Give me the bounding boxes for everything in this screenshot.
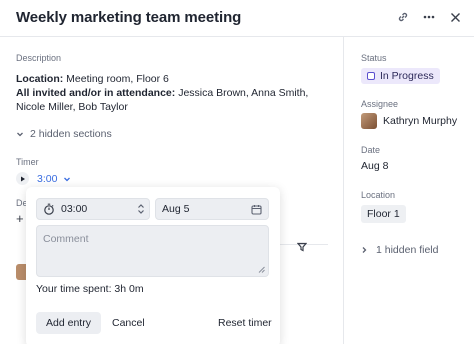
date-value: Aug 5: [162, 203, 190, 215]
description-label: Description: [16, 53, 62, 63]
comment-input[interactable]: Comment: [36, 225, 269, 277]
header-divider: [0, 36, 474, 37]
calendar-icon: [251, 204, 262, 215]
status-label: Status: [361, 53, 387, 63]
status-badge[interactable]: In Progress: [361, 68, 440, 84]
chevron-down-icon: [17, 132, 23, 137]
time-value: 03:00: [61, 203, 88, 215]
status-square-icon: [367, 72, 375, 80]
assignee-name: Kathryn Murphy: [383, 115, 458, 127]
location-value: Meeting room, Floor 6: [63, 73, 169, 85]
location-label: Location: [361, 190, 396, 200]
date-input[interactable]: Aug 5: [155, 198, 269, 220]
cancel-button[interactable]: Cancel: [112, 312, 145, 334]
location-key: Location:: [16, 73, 64, 85]
play-icon[interactable]: [16, 172, 29, 185]
close-icon[interactable]: [448, 10, 462, 24]
location-badge[interactable]: Floor 1: [361, 205, 406, 223]
hidden-sections-toggle[interactable]: 2 hidden sections: [16, 128, 112, 140]
sidebar-divider: [343, 37, 344, 344]
task-title: Weekly marketing team meeting: [16, 9, 242, 26]
filter-icon[interactable]: [296, 239, 308, 257]
assignee-field[interactable]: Kathryn Murphy: [361, 113, 457, 129]
hidden-field-label: 1 hidden field: [376, 244, 439, 256]
description-body[interactable]: Location: Meeting room, Floor 6 All invi…: [16, 72, 326, 114]
comment-placeholder: Comment: [43, 233, 89, 245]
more-icon[interactable]: [422, 10, 436, 24]
timer-value[interactable]: 3:00: [37, 173, 71, 185]
reset-timer-button[interactable]: Reset timer: [218, 312, 272, 334]
stepper-icon[interactable]: [137, 203, 145, 215]
resize-handle-icon[interactable]: [258, 266, 265, 273]
status-value: In Progress: [380, 70, 434, 82]
time-spent-text: Your time spent: 3h 0m: [36, 283, 144, 295]
link-icon[interactable]: [396, 10, 410, 24]
status-field[interactable]: In Progress: [361, 67, 440, 85]
add-entry-button[interactable]: Add entry: [36, 312, 101, 334]
attendance-key: All invited and/or in attendance:: [16, 87, 176, 99]
timer-row: 3:00: [16, 172, 71, 185]
timer-label: Timer: [16, 157, 39, 167]
plus-icon[interactable]: +: [16, 211, 24, 226]
header-actions: [396, 10, 462, 24]
chevron-down-icon: [64, 177, 71, 181]
date-label: Date: [361, 145, 381, 155]
location-field[interactable]: Floor 1: [361, 204, 406, 223]
avatar: [16, 264, 26, 280]
hidden-field-toggle[interactable]: 1 hidden field: [361, 244, 438, 256]
timer-value-text: 3:00: [37, 172, 58, 185]
hidden-sections-label: 2 hidden sections: [30, 128, 112, 140]
date-field[interactable]: Aug 8: [361, 160, 388, 172]
time-input[interactable]: 03:00: [36, 198, 150, 220]
chevron-right-icon: [362, 247, 367, 253]
assignee-label: Assignee: [361, 99, 399, 109]
stopwatch-icon: [44, 203, 54, 215]
avatar: [361, 113, 377, 129]
